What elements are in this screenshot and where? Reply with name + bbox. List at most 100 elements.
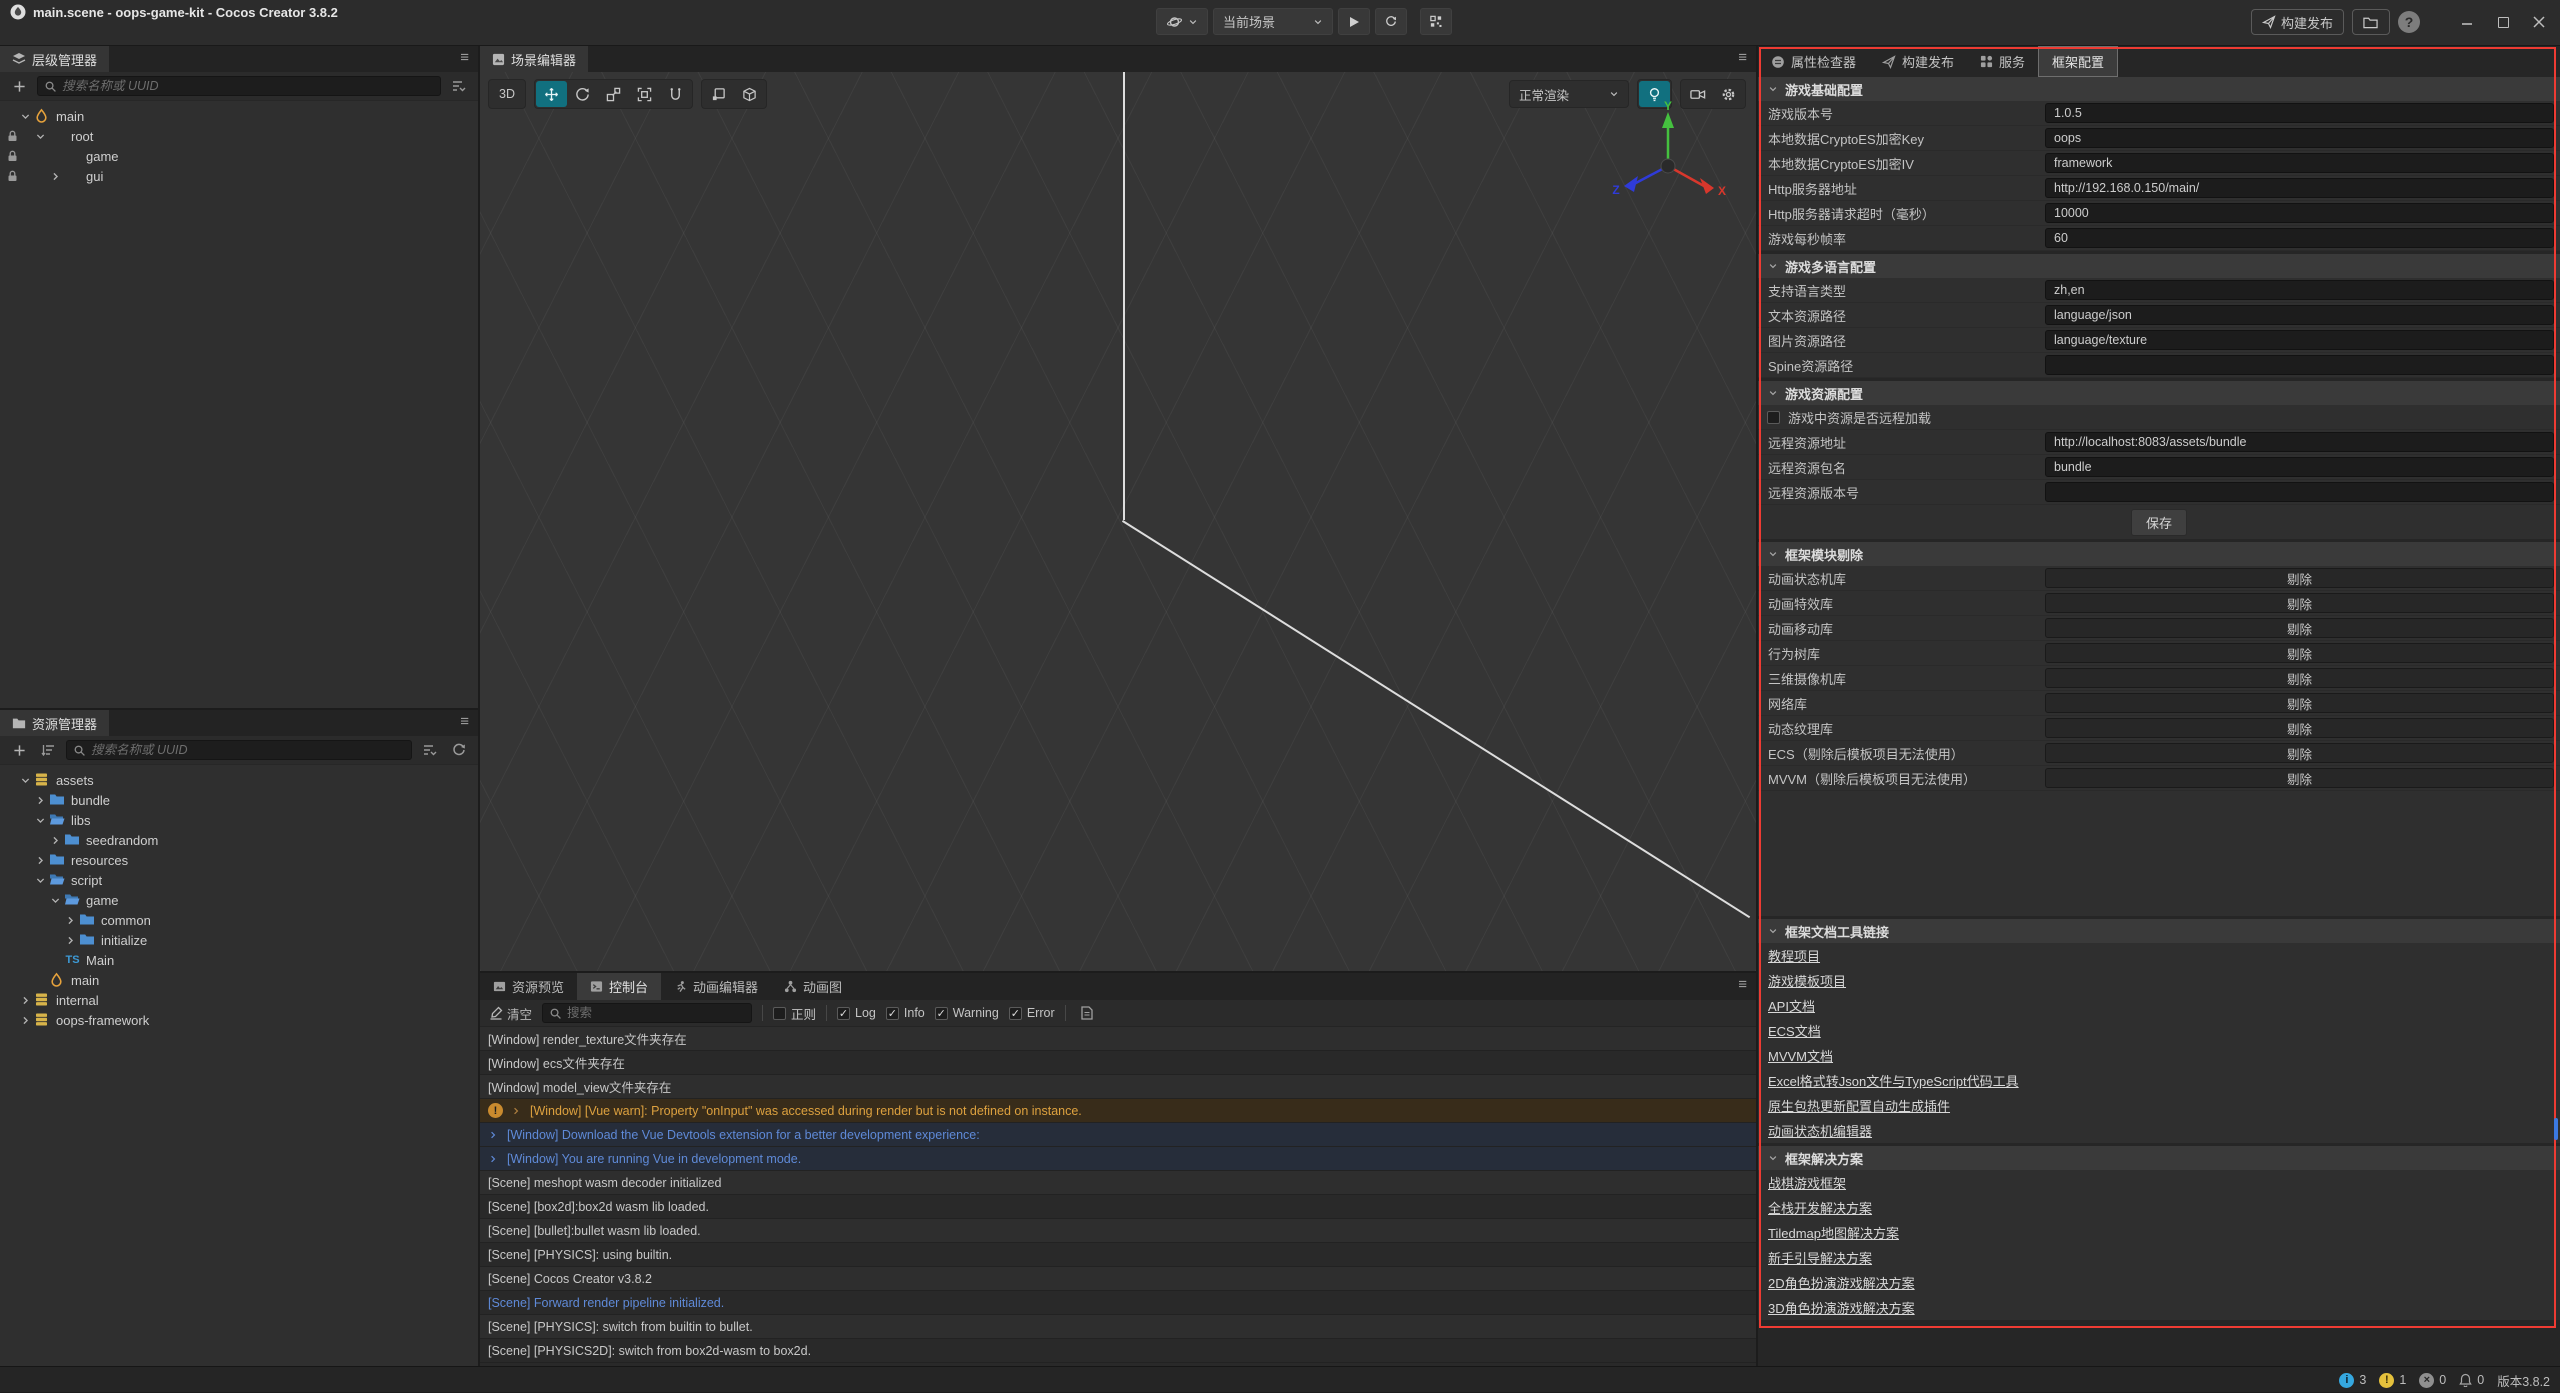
assets-search-input[interactable] bbox=[91, 743, 405, 757]
config-value-input[interactable]: 10000 bbox=[2045, 203, 2554, 223]
asset-node[interactable]: TS libs bbox=[0, 810, 478, 830]
solution-link[interactable]: 新手引导解决方案 bbox=[1768, 1248, 1872, 1267]
menu-item[interactable] bbox=[104, 25, 124, 29]
asset-node[interactable]: TS main bbox=[0, 970, 478, 990]
preview-qr-button[interactable] bbox=[1420, 8, 1452, 35]
log-filter-checkbox[interactable]: ✓Warning bbox=[935, 1006, 999, 1020]
expand-chevron-icon[interactable] bbox=[48, 833, 62, 847]
asset-node[interactable]: TS Main bbox=[0, 950, 478, 970]
hierarchy-search[interactable] bbox=[37, 76, 441, 96]
hierarchy-node[interactable]: TS gui bbox=[0, 166, 478, 186]
warning-count[interactable]: !1 bbox=[2379, 1373, 2406, 1388]
menu-item[interactable] bbox=[64, 25, 84, 29]
expand-chevron-icon[interactable] bbox=[63, 933, 77, 947]
reload-button[interactable] bbox=[1375, 8, 1407, 35]
console-message[interactable]: ! [Scene] [bullet]:bullet wasm lib loade… bbox=[480, 1219, 1756, 1243]
config-value-input[interactable] bbox=[2045, 355, 2554, 375]
remove-module-button[interactable]: 剔除 bbox=[2045, 743, 2554, 763]
log-file-icon[interactable] bbox=[1076, 1002, 1098, 1024]
doc-link[interactable]: Excel格式转Json文件与TypeScript代码工具 bbox=[1768, 1071, 2019, 1090]
asset-node[interactable]: TS common bbox=[0, 910, 478, 930]
tab-property-inspector[interactable]: 属性检查器 bbox=[1758, 46, 1869, 77]
menu-item[interactable] bbox=[44, 25, 64, 29]
panel-menu-icon[interactable]: ≡ bbox=[460, 713, 469, 730]
log-filter-checkbox[interactable]: ✓Log bbox=[837, 1006, 876, 1020]
tab-framework-config[interactable]: 框架配置 bbox=[2038, 46, 2118, 77]
log-filter-checkbox[interactable]: ✓Info bbox=[886, 1006, 925, 1020]
refresh-icon[interactable] bbox=[448, 739, 470, 761]
regex-checkbox[interactable]: ✓正则 bbox=[773, 1004, 816, 1023]
config-value-input[interactable]: oops bbox=[2045, 128, 2554, 148]
remove-module-button[interactable]: 剔除 bbox=[2045, 668, 2554, 688]
solution-link[interactable]: 2D角色扮演游戏解决方案 bbox=[1768, 1273, 1915, 1292]
config-value-input[interactable]: http://192.168.0.150/main/ bbox=[2045, 178, 2554, 198]
section-header[interactable]: 框架模块剔除 bbox=[1758, 542, 2560, 566]
menu-item[interactable] bbox=[84, 25, 104, 29]
maximize-button[interactable] bbox=[2488, 8, 2518, 36]
console-message[interactable]: ! [Window] You are running Vue in develo… bbox=[480, 1147, 1756, 1171]
hierarchy-search-input[interactable] bbox=[62, 79, 434, 93]
doc-link[interactable]: ECS文档 bbox=[1768, 1021, 1821, 1040]
scrollbar-thumb[interactable] bbox=[2554, 1118, 2558, 1140]
notification-count[interactable]: 0 bbox=[2459, 1373, 2484, 1387]
config-value-input[interactable]: 60 bbox=[2045, 228, 2554, 248]
console-message[interactable]: ! [Window] Download the Vue Devtools ext… bbox=[480, 1123, 1756, 1147]
error-count[interactable]: ×0 bbox=[2419, 1373, 2446, 1388]
console-message[interactable]: ! [Window] model_view文件夹存在 bbox=[480, 1075, 1756, 1099]
filter-icon[interactable] bbox=[419, 739, 441, 761]
doc-link[interactable]: 动画状态机编辑器 bbox=[1768, 1121, 1872, 1140]
remove-module-button[interactable]: 剔除 bbox=[2045, 693, 2554, 713]
tab-hierarchy[interactable]: 层级管理器 bbox=[0, 46, 109, 72]
console-message[interactable]: ! [Scene] [box2d]:box2d wasm lib loaded. bbox=[480, 1195, 1756, 1219]
asset-node[interactable]: TS assets bbox=[0, 770, 478, 790]
asset-node[interactable]: TS seedrandom bbox=[0, 830, 478, 850]
axis-gizmo[interactable]: Y X Z bbox=[1608, 100, 1738, 230]
close-button[interactable] bbox=[2524, 8, 2554, 36]
panel-menu-icon[interactable]: ≡ bbox=[1738, 976, 1747, 993]
console-message[interactable]: ! [Scene] Cocos Creator v3.8.2 bbox=[480, 1267, 1756, 1291]
expand-chevron-icon[interactable] bbox=[18, 1013, 32, 1027]
console-message[interactable]: ! [Window] render_texture文件夹存在 bbox=[480, 1027, 1756, 1051]
section-header[interactable]: 游戏基础配置 bbox=[1758, 77, 2560, 101]
snap-settings-button[interactable] bbox=[703, 81, 734, 107]
filter-icon[interactable] bbox=[448, 75, 470, 97]
doc-link[interactable]: 教程项目 bbox=[1768, 946, 1820, 965]
tab-scene-editor[interactable]: 场景编辑器 bbox=[480, 46, 588, 72]
expand-chevron-icon[interactable] bbox=[488, 1154, 500, 1164]
console-message[interactable]: ! [Window] ecs文件夹存在 bbox=[480, 1051, 1756, 1075]
section-header[interactable]: 框架解决方案 bbox=[1758, 1146, 2560, 1170]
assets-search[interactable] bbox=[66, 740, 412, 760]
save-button[interactable]: 保存 bbox=[2131, 509, 2187, 536]
doc-link[interactable]: MVVM文档 bbox=[1768, 1046, 1833, 1065]
log-filter-checkbox[interactable]: ✓Error bbox=[1009, 1006, 1055, 1020]
menu-item[interactable] bbox=[4, 25, 24, 29]
doc-link[interactable]: 原生包热更新配置自动生成插件 bbox=[1768, 1096, 1950, 1115]
menu-item[interactable] bbox=[24, 25, 44, 29]
platform-select-button[interactable] bbox=[1156, 8, 1208, 35]
expand-chevron-icon[interactable] bbox=[63, 913, 77, 927]
config-value-input[interactable]: bundle bbox=[2045, 457, 2554, 477]
console-message[interactable]: ! [Scene] [PHYSICS2D]: switch from box2d… bbox=[480, 1339, 1756, 1363]
config-value-input[interactable]: language/json bbox=[2045, 305, 2554, 325]
solution-link[interactable]: 全栈开发解决方案 bbox=[1768, 1198, 1872, 1217]
solution-link[interactable]: 3D角色扮演游戏解决方案 bbox=[1768, 1298, 1915, 1317]
remove-module-button[interactable]: 剔除 bbox=[2045, 593, 2554, 613]
3d-2d-toggle[interactable]: 3D bbox=[490, 81, 524, 107]
build-publish-button[interactable]: 构建发布 bbox=[2251, 9, 2344, 35]
expand-chevron-icon[interactable] bbox=[18, 109, 32, 123]
console-message[interactable]: ! [Window] [Vue warn]: Property "onInput… bbox=[480, 1099, 1756, 1123]
expand-chevron-icon[interactable] bbox=[511, 1106, 523, 1116]
tab-asset-preview[interactable]: 资源预览 bbox=[480, 973, 577, 1000]
tab-console[interactable]: 控制台 bbox=[577, 973, 661, 1000]
config-value-input[interactable]: framework bbox=[2045, 153, 2554, 173]
remove-module-button[interactable]: 剔除 bbox=[2045, 718, 2554, 738]
expand-chevron-icon[interactable] bbox=[33, 853, 47, 867]
menu-item[interactable] bbox=[144, 25, 164, 29]
asset-node[interactable]: TS oops-framework bbox=[0, 1010, 478, 1030]
hierarchy-node[interactable]: TS root bbox=[0, 126, 478, 146]
console-message[interactable]: ! [Scene] meshopt wasm decoder initializ… bbox=[480, 1171, 1756, 1195]
hierarchy-node[interactable]: TS main bbox=[0, 106, 478, 126]
asset-node[interactable]: TS bundle bbox=[0, 790, 478, 810]
rotate-tool-button[interactable] bbox=[567, 81, 598, 107]
console-search[interactable] bbox=[542, 1003, 752, 1023]
